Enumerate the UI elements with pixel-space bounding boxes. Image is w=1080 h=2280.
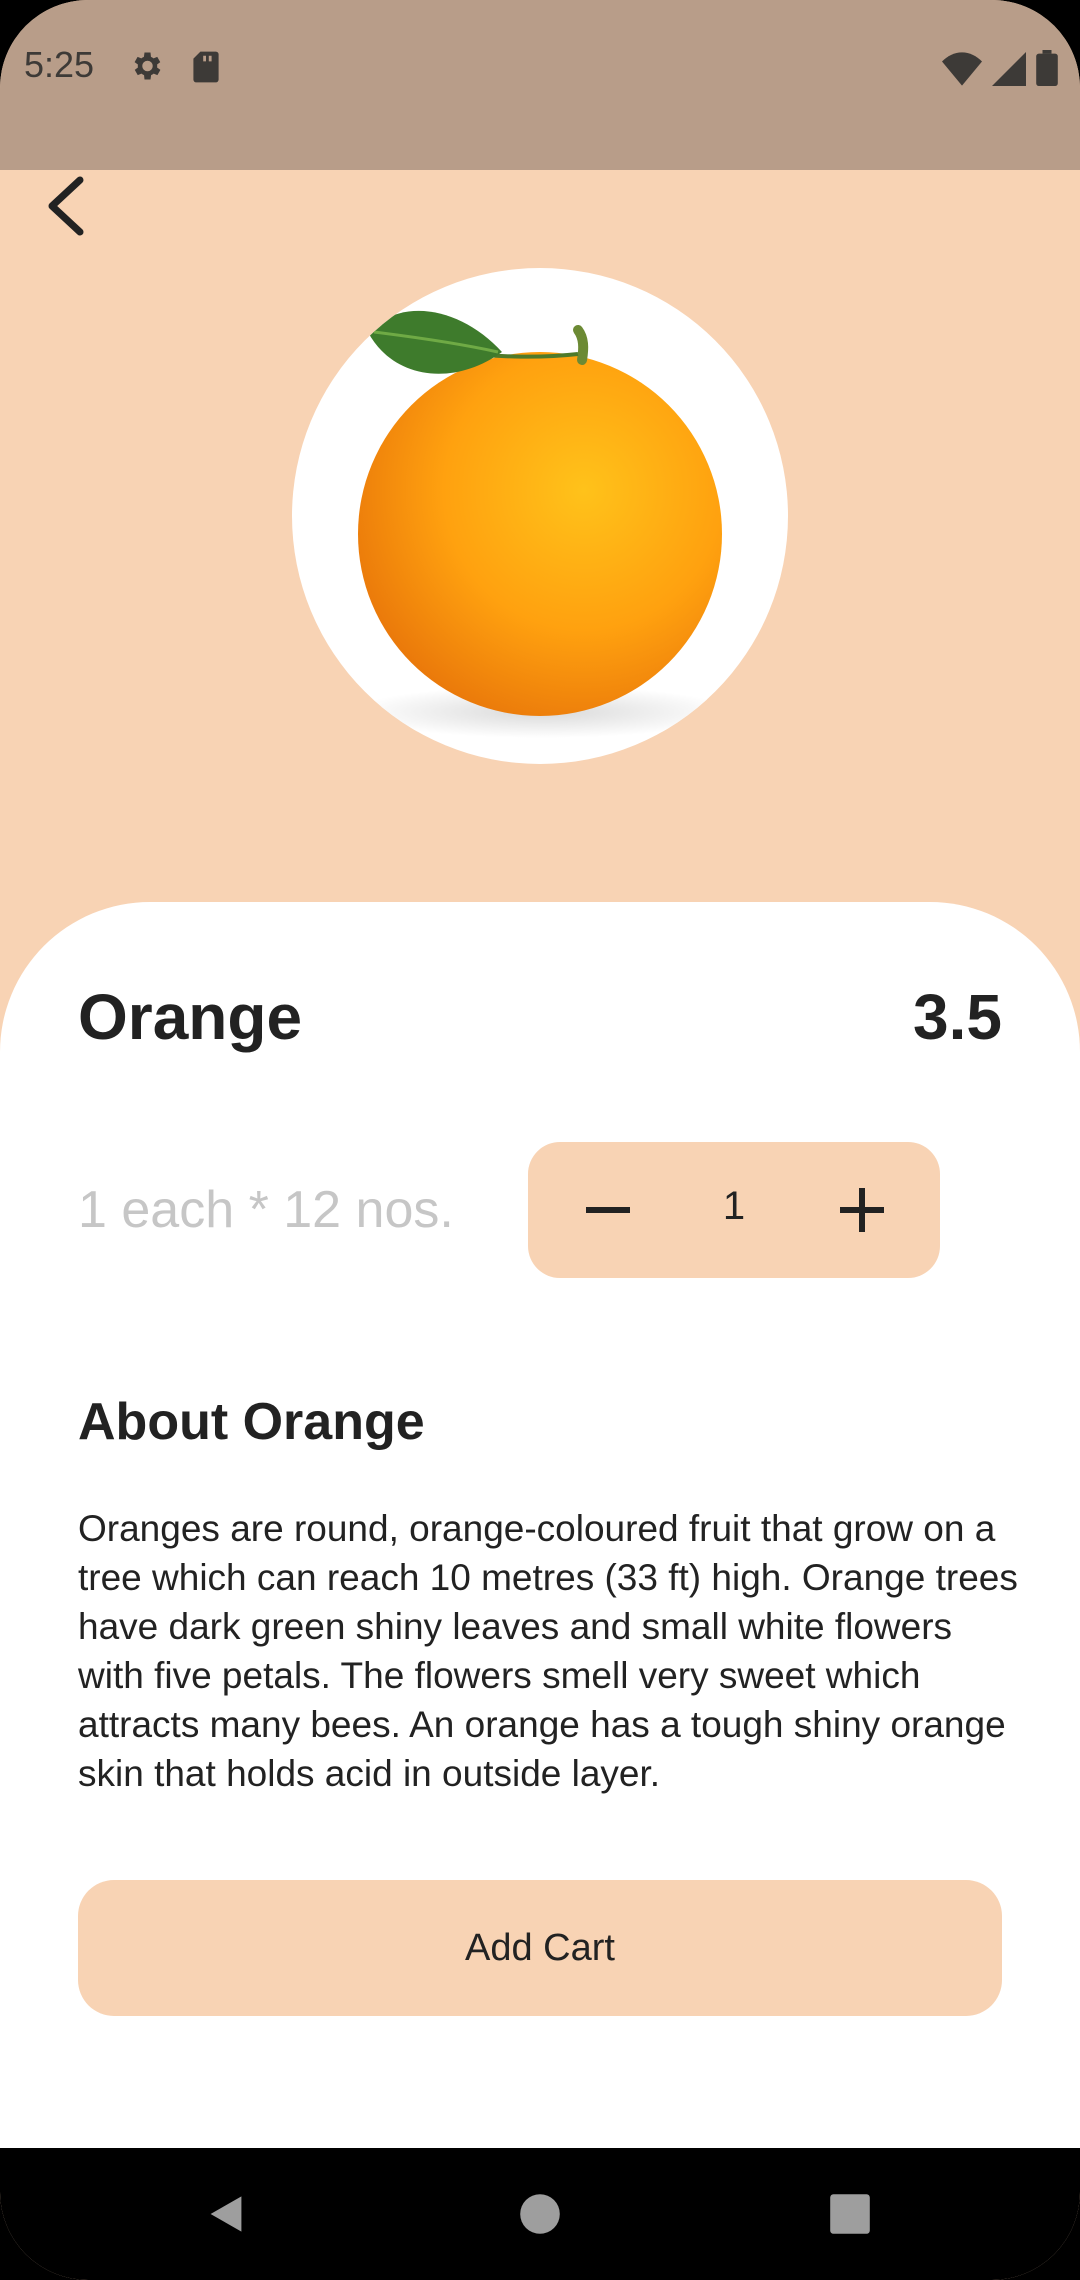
nav-recents-icon[interactable] xyxy=(828,2192,872,2236)
signal-icon xyxy=(992,52,1026,86)
status-time: 5:25 xyxy=(24,44,95,85)
product-image xyxy=(292,268,788,764)
product-description: Oranges are round, orange-coloured fruit… xyxy=(78,1508,1018,1794)
gear-icon xyxy=(134,52,161,80)
nav-back-icon[interactable] xyxy=(204,2192,248,2236)
decrease-quantity-button[interactable] xyxy=(578,1180,638,1240)
product-unit: 1 each * 12 nos. xyxy=(78,1181,454,1239)
screen: 5:25 Orange 3.5 1 each * 12 nos. 1 About… xyxy=(0,0,1080,2280)
add-cart-button[interactable]: Add Cart xyxy=(78,1880,1002,2016)
sd-card-icon xyxy=(193,51,219,83)
about-heading: About Orange xyxy=(78,1393,425,1451)
quantity-stepper: 1 xyxy=(528,1142,940,1278)
quantity-value: 1 xyxy=(722,1184,746,1228)
product-price: 3.5 xyxy=(913,981,1002,1053)
status-bar: 5:25 xyxy=(0,0,1080,170)
nav-home-icon[interactable] xyxy=(518,2192,562,2236)
increase-quantity-button[interactable] xyxy=(832,1180,892,1240)
back-button[interactable] xyxy=(40,176,92,236)
navigation-bar xyxy=(0,2148,1080,2280)
orange-fruit-icon xyxy=(352,310,732,738)
wifi-icon xyxy=(942,52,982,86)
battery-icon xyxy=(1036,50,1058,86)
product-name: Orange xyxy=(78,981,303,1053)
status-icons xyxy=(942,50,1058,86)
